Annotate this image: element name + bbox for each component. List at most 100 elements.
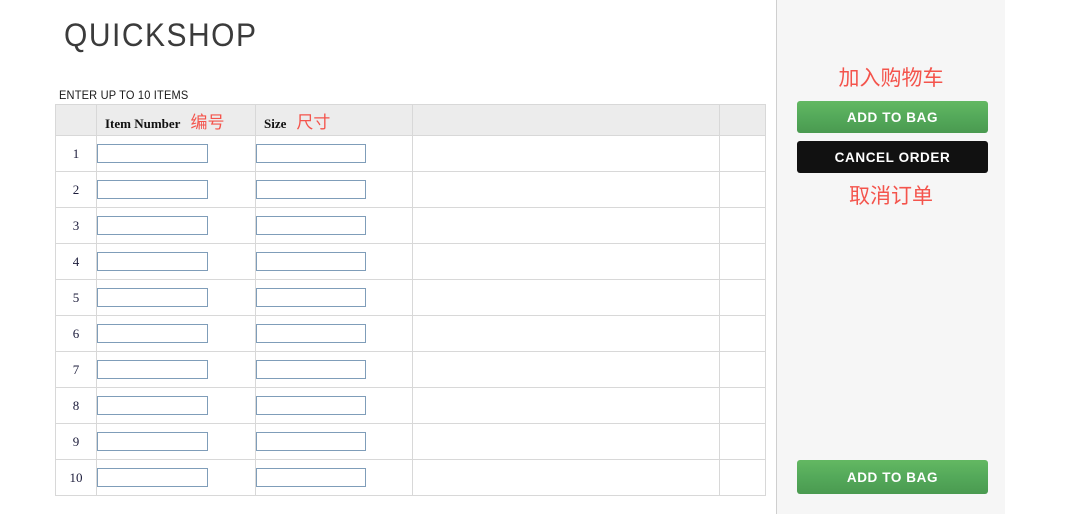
header-label-item-number: Item Number (105, 115, 181, 131)
description-cell (412, 315, 720, 352)
row-number-cell: 1 (55, 135, 97, 172)
add-to-bag-button[interactable]: ADD TO BAG (797, 101, 988, 133)
item-number-input-10[interactable] (97, 468, 208, 487)
size-cell (255, 387, 413, 424)
row-number-cell: 8 (55, 387, 97, 424)
action-cell (719, 459, 766, 496)
size-cell (255, 135, 413, 172)
header-cell-number (55, 104, 97, 136)
size-input-7[interactable] (256, 360, 366, 379)
item-number-cell (96, 459, 256, 496)
item-number-input-1[interactable] (97, 144, 208, 163)
action-cell (719, 423, 766, 460)
description-cell (412, 135, 720, 172)
size-input-9[interactable] (256, 432, 366, 451)
enter-items-instruction: ENTER UP TO 10 ITEMS (59, 88, 189, 102)
action-cell (719, 207, 766, 244)
size-input-8[interactable] (256, 396, 366, 415)
header-cell-item-number: Item Number 编号 (96, 104, 256, 136)
row-number-cell: 4 (55, 243, 97, 280)
action-cell (719, 387, 766, 424)
header-annotation-size: 尺寸 (296, 112, 331, 133)
description-cell (412, 423, 720, 460)
action-cell (719, 243, 766, 280)
header-label-size: Size (264, 115, 287, 131)
row-number-cell: 6 (55, 315, 97, 352)
table-row: 1 (55, 135, 766, 172)
item-number-input-7[interactable] (97, 360, 208, 379)
size-input-4[interactable] (256, 252, 366, 271)
row-number-cell: 7 (55, 351, 97, 388)
table-row: 3 (55, 207, 766, 244)
table-header-row: Item Number 编号 Size 尺寸 (55, 104, 766, 136)
action-cell (719, 171, 766, 208)
description-cell (412, 207, 720, 244)
table-row: 8 (55, 387, 766, 424)
header-cell-blank (412, 104, 720, 136)
item-number-cell (96, 315, 256, 352)
item-number-cell (96, 279, 256, 316)
size-cell (255, 423, 413, 460)
item-number-input-3[interactable] (97, 216, 208, 235)
item-number-input-2[interactable] (97, 180, 208, 199)
size-cell (255, 459, 413, 496)
row-number-cell: 5 (55, 279, 97, 316)
table-row: 9 (55, 423, 766, 460)
quickshop-main-panel: QUICKSHOP ENTER UP TO 10 ITEMS Item Numb… (0, 0, 775, 514)
item-number-input-4[interactable] (97, 252, 208, 271)
size-input-2[interactable] (256, 180, 366, 199)
item-number-cell (96, 387, 256, 424)
action-cell (719, 315, 766, 352)
size-cell (255, 279, 413, 316)
item-number-input-6[interactable] (97, 324, 208, 343)
description-cell (412, 243, 720, 280)
annotation-add-to-bag: 加入购物车 (838, 66, 944, 90)
item-number-input-8[interactable] (97, 396, 208, 415)
size-input-1[interactable] (256, 144, 366, 163)
table-row: 5 (55, 279, 766, 316)
annotation-cancel-order: 取消订单 (849, 184, 933, 208)
action-cell (719, 351, 766, 388)
row-number-cell: 9 (55, 423, 97, 460)
item-number-input-5[interactable] (97, 288, 208, 307)
size-input-5[interactable] (256, 288, 366, 307)
cancel-order-button[interactable]: CANCEL ORDER (797, 141, 988, 173)
description-cell (412, 171, 720, 208)
size-cell (255, 171, 413, 208)
item-number-input-9[interactable] (97, 432, 208, 451)
row-number-cell: 2 (55, 171, 97, 208)
item-number-cell (96, 423, 256, 460)
description-cell (412, 351, 720, 388)
description-cell (412, 459, 720, 496)
row-number-cell: 3 (55, 207, 97, 244)
size-input-3[interactable] (256, 216, 366, 235)
action-cell (719, 279, 766, 316)
brand-logo: QUICKSHOP (64, 18, 258, 54)
size-cell (255, 351, 413, 388)
item-number-cell (96, 135, 256, 172)
items-table: Item Number 编号 Size 尺寸 1 2 3 4 5 6 7 8 9 10 (55, 104, 766, 496)
size-input-6[interactable] (256, 324, 366, 343)
add-to-bag-button-bottom[interactable]: ADD TO BAG (797, 460, 988, 494)
header-cell-size: Size 尺寸 (255, 104, 413, 136)
action-cell (719, 135, 766, 172)
item-number-cell (96, 171, 256, 208)
size-cell (255, 315, 413, 352)
description-cell (412, 279, 720, 316)
item-number-cell (96, 207, 256, 244)
size-cell (255, 243, 413, 280)
size-input-10[interactable] (256, 468, 366, 487)
item-number-cell (96, 351, 256, 388)
header-annotation-item-number: 编号 (190, 112, 225, 133)
item-number-cell (96, 243, 256, 280)
table-row: 10 (55, 459, 766, 496)
table-row: 7 (55, 351, 766, 388)
items-table-body: 1 2 3 4 5 6 7 8 9 10 (55, 135, 766, 496)
row-number-cell: 10 (55, 459, 97, 496)
action-sidebar: 加入购物车 ADD TO BAG CANCEL ORDER 取消订单 ADD T… (776, 0, 1005, 514)
table-row: 2 (55, 171, 766, 208)
header-cell-last (719, 104, 766, 136)
size-cell (255, 207, 413, 244)
table-row: 4 (55, 243, 766, 280)
table-row: 6 (55, 315, 766, 352)
